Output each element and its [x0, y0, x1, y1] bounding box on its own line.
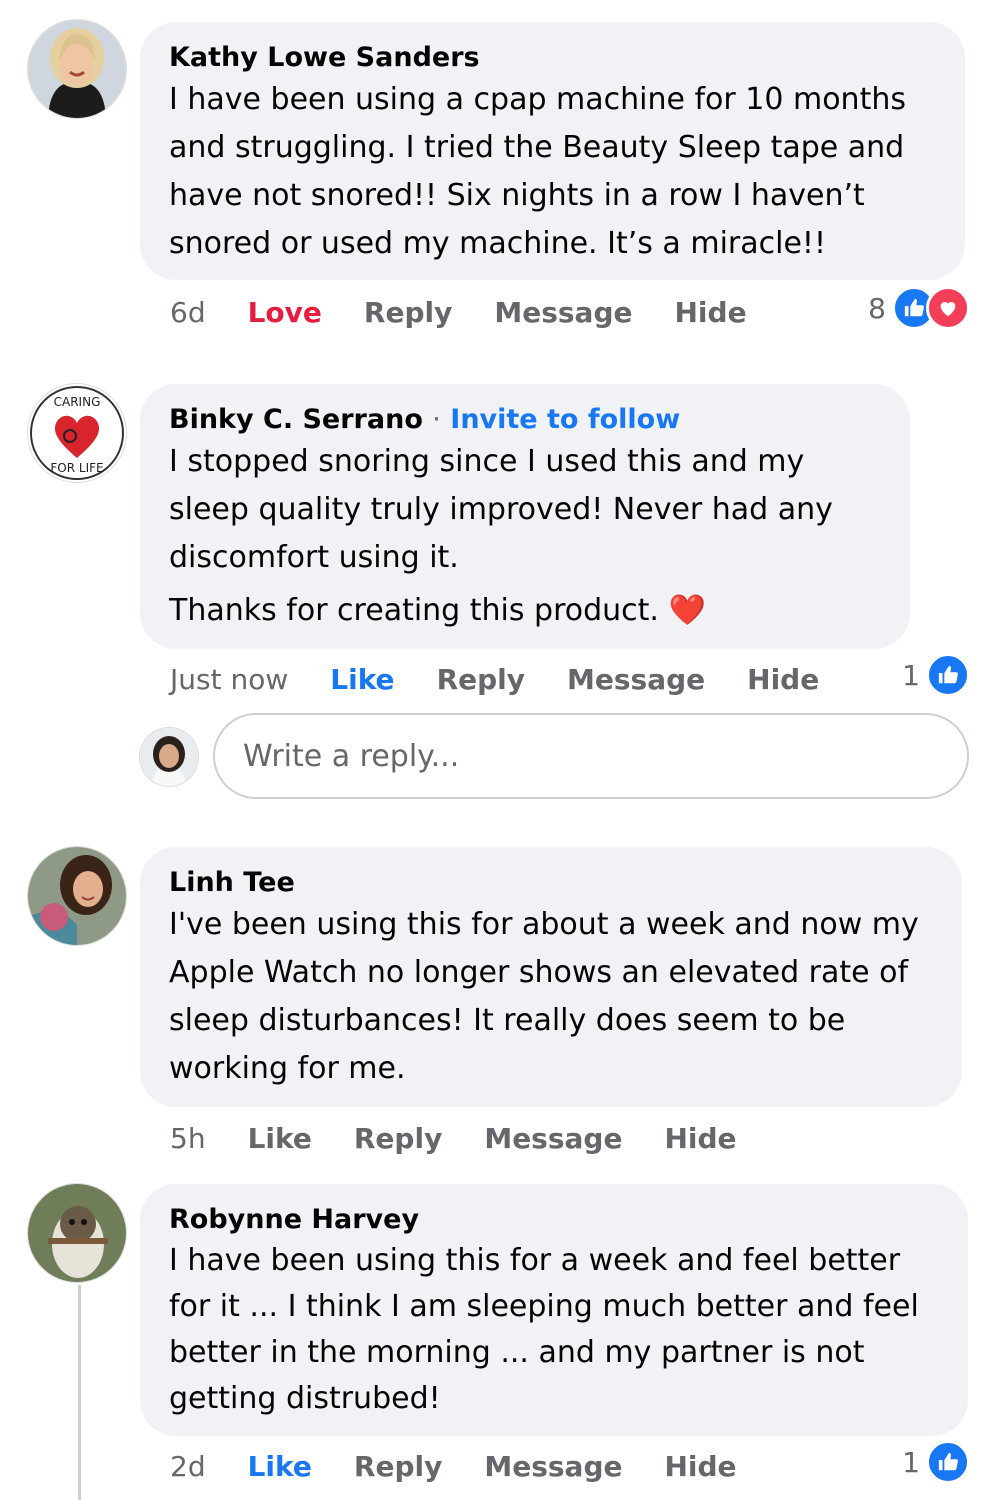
comment-bubble: Binky C. Serrano · Invite to follow I st… — [140, 384, 910, 649]
comment-text: I have been using this for a week and fe… — [169, 1238, 939, 1422]
avatar[interactable] — [28, 847, 126, 945]
comment-author-line: Binky C. Serrano · Invite to follow — [169, 402, 881, 438]
love-icon — [926, 286, 970, 330]
comment-bubble: Robynne Harvey I have been using this fo… — [140, 1184, 968, 1436]
like-icon — [926, 653, 970, 697]
comment-actions: 2d Like Reply Message Hide — [170, 1446, 779, 1486]
timestamp[interactable]: 5h — [170, 1122, 206, 1155]
reaction-summary[interactable]: 8 — [868, 286, 970, 330]
like-button[interactable]: Like — [248, 1122, 312, 1155]
avatar[interactable]: CARING FOR LIFE — [28, 384, 126, 482]
comment-author[interactable]: Kathy Lowe Sanders — [169, 40, 936, 76]
message-button[interactable]: Message — [494, 296, 632, 329]
timestamp[interactable]: 2d — [170, 1450, 206, 1483]
timestamp[interactable]: Just now — [170, 663, 288, 696]
reaction-count: 8 — [868, 291, 886, 325]
comment-text: I've been using this for about a week an… — [169, 901, 933, 1093]
hide-button[interactable]: Hide — [664, 1450, 736, 1483]
comment-paragraph: Thanks for creating this product. ❤️ — [169, 593, 706, 628]
like-button[interactable]: Like — [330, 663, 394, 696]
reply-button[interactable]: Reply — [437, 663, 525, 696]
reply-button[interactable]: Reply — [364, 296, 452, 329]
hide-button[interactable]: Hide — [664, 1122, 736, 1155]
reaction-count: 1 — [902, 1445, 920, 1479]
message-button[interactable]: Message — [484, 1450, 622, 1483]
comment-paragraph: I have been using a cpap machine for 10 … — [169, 82, 906, 261]
react-button[interactable]: Love — [248, 296, 322, 329]
comment: Kathy Lowe Sanders I have been using a c… — [0, 0, 1000, 340]
reply-input[interactable] — [213, 713, 969, 799]
current-user-avatar — [140, 728, 198, 786]
comment-paragraph: I stopped snoring since I used this and … — [169, 444, 833, 575]
comment-bubble: Linh Tee I've been using this for about … — [140, 847, 962, 1107]
avatar-logo-text: FOR LIFE — [50, 461, 103, 475]
comment-text: I stopped snoring since I used this and … — [169, 438, 881, 635]
reply-composer — [0, 713, 1000, 801]
message-button[interactable]: Message — [567, 663, 705, 696]
comment-bubble: Kathy Lowe Sanders I have been using a c… — [140, 22, 965, 280]
comment: Linh Tee I've been using this for about … — [0, 845, 1000, 1165]
hide-button[interactable]: Hide — [747, 663, 819, 696]
reply-button[interactable]: Reply — [354, 1450, 442, 1483]
avatar[interactable] — [28, 1184, 126, 1282]
separator: · — [432, 404, 441, 435]
comment-author[interactable]: Linh Tee — [169, 865, 933, 901]
like-icon — [926, 1440, 970, 1484]
message-button[interactable]: Message — [484, 1122, 622, 1155]
avatar-logo-text: CARING — [54, 395, 101, 409]
reaction-summary[interactable]: 1 — [902, 653, 970, 697]
comment-actions: 5h Like Reply Message Hide — [170, 1118, 779, 1158]
comment-author[interactable]: Binky C. Serrano — [169, 404, 423, 435]
comment: Robynne Harvey I have been using this fo… — [0, 1180, 1000, 1500]
comment-actions: 6d Love Reply Message Hide — [170, 292, 789, 332]
invite-to-follow-link[interactable]: Invite to follow — [450, 404, 680, 435]
comment-paragraph: I've been using this for about a week an… — [169, 907, 919, 1086]
timestamp[interactable]: 6d — [170, 296, 206, 329]
reaction-count: 1 — [902, 658, 920, 692]
reply-button[interactable]: Reply — [354, 1122, 442, 1155]
reaction-summary[interactable]: 1 — [902, 1440, 970, 1484]
comment-actions: Just now Like Reply Message Hide — [170, 659, 861, 699]
comment: CARING FOR LIFE Binky C. Serrano · Invit… — [0, 380, 1000, 710]
hide-button[interactable]: Hide — [675, 296, 747, 329]
comment-paragraph: I have been using this for a week and fe… — [169, 1243, 919, 1416]
comment-author[interactable]: Robynne Harvey — [169, 1202, 939, 1238]
like-button[interactable]: Like — [248, 1450, 312, 1483]
avatar[interactable] — [28, 20, 126, 118]
comment-text: I have been using a cpap machine for 10 … — [169, 76, 936, 268]
